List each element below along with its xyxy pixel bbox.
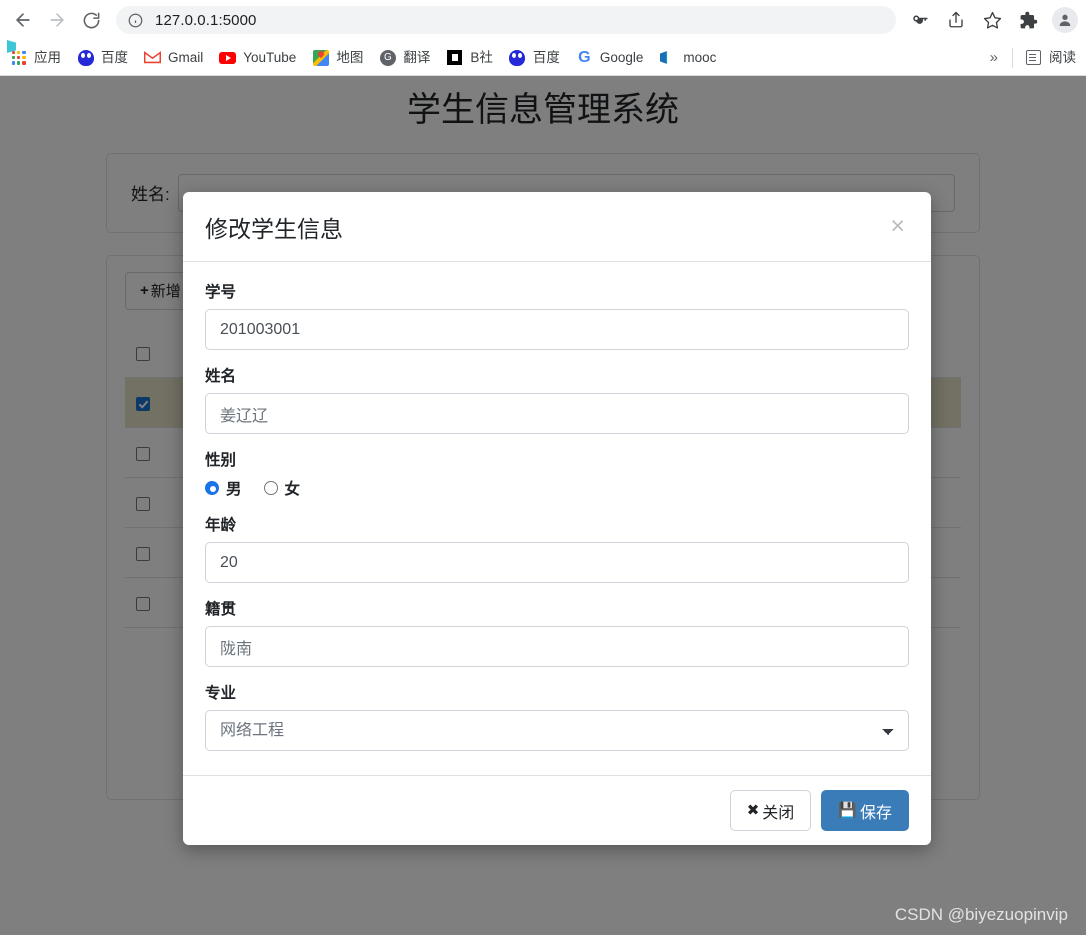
field-group-student-id: 学号 (205, 280, 909, 350)
name-label: 姓名 (205, 368, 237, 385)
save-button-label: 保存 (859, 804, 892, 822)
bookmark-apps[interactable]: 应用 (10, 49, 61, 66)
bookmark-youtube[interactable]: YouTube (219, 49, 296, 66)
url-text: 127.0.0.1:5000 (155, 11, 257, 29)
toolbar-icon-group (902, 5, 1078, 35)
bookmark-label: YouTube (243, 49, 297, 65)
reading-list-icon (1025, 49, 1042, 66)
bookmark-translate[interactable]: G 翻译 (379, 49, 430, 66)
bookmark-gmail[interactable]: Gmail (144, 49, 203, 66)
site-info-icon[interactable] (128, 13, 143, 28)
hometown-input[interactable] (205, 626, 909, 667)
bookmark-bilibili[interactable]: B社 (446, 49, 493, 66)
bookmark-label: 翻译 (403, 49, 431, 65)
x-icon: ✖ (746, 802, 760, 819)
bookmark-baidu-2[interactable]: 百度 (509, 49, 560, 66)
gender-option-male[interactable]: 男 (205, 477, 242, 499)
google-icon: G (578, 48, 591, 66)
edit-student-modal: 修改学生信息 × 学号 姓名 性别 男 (183, 192, 931, 845)
close-icon[interactable]: × (886, 214, 909, 239)
modal-header: 修改学生信息 × (183, 192, 931, 262)
baidu-icon (77, 49, 94, 66)
radio-male-label: 男 (226, 481, 242, 498)
bilibili-icon (446, 49, 463, 66)
share-icon[interactable] (941, 5, 971, 35)
gender-label: 性别 (205, 452, 237, 469)
extensions-icon[interactable] (1013, 5, 1043, 35)
bookmark-baidu-1[interactable]: 百度 (77, 49, 128, 66)
key-icon[interactable] (905, 5, 935, 35)
bookmark-google[interactable]: G Google (576, 48, 644, 66)
field-group-name: 姓名 (205, 364, 909, 434)
save-button[interactable]: 💾 保存 (821, 790, 909, 831)
watermark: CSDN @biyezuopinvip (894, 905, 1068, 924)
bookmarks-overflow-icon[interactable]: » (990, 49, 998, 66)
browser-chrome: 127.0.0.1:5000 应用 百度 Gmail YouTube 地图 G … (0, 0, 1086, 76)
bookmark-mooc[interactable]: mooc (7, 40, 717, 66)
radio-female-icon[interactable] (263, 481, 278, 495)
radio-female-label: 女 (284, 481, 301, 498)
student-id-label: 学号 (205, 284, 237, 301)
age-label: 年龄 (205, 517, 237, 534)
radio-male-icon[interactable] (205, 481, 219, 495)
field-group-age: 年龄 (205, 513, 909, 583)
reload-icon[interactable] (76, 5, 106, 35)
back-icon[interactable] (8, 5, 38, 35)
mooc-icon (7, 40, 676, 66)
bookmark-label: 地图 (336, 49, 364, 65)
bookmark-label: 百度 (532, 49, 560, 65)
field-group-major: 专业 网络工程 (205, 681, 909, 751)
major-label: 专业 (205, 685, 237, 702)
field-group-gender: 性别 男 女 (205, 448, 909, 499)
name-input[interactable] (205, 393, 909, 434)
close-button[interactable]: ✖ 关闭 (729, 790, 812, 831)
field-group-hometown: 籍贯 (205, 597, 909, 667)
gmail-icon (144, 49, 161, 66)
apps-grid-icon (10, 49, 27, 66)
age-input[interactable] (205, 542, 909, 583)
bookmark-label: 应用 (34, 49, 61, 65)
translate-icon: G (379, 49, 396, 66)
reading-list-button[interactable]: 阅读 (1025, 49, 1076, 66)
floppy-disk-icon: 💾 (838, 802, 857, 819)
toolbar-divider (1012, 47, 1013, 68)
star-icon[interactable] (977, 5, 1007, 35)
student-id-input[interactable] (205, 309, 909, 350)
bookmark-label: Gmail (168, 49, 204, 65)
bookmark-label: 百度 (101, 49, 128, 65)
bookmarks-bar: 应用 百度 Gmail YouTube 地图 G 翻译 B社 百度 G Goog… (0, 40, 1086, 76)
youtube-icon (219, 49, 237, 66)
gender-option-female[interactable]: 女 (263, 477, 301, 499)
close-button-label: 关闭 (762, 804, 795, 822)
page-viewport: 学生信息管理系统 姓名: +新增 修改学生信息 (0, 76, 1086, 935)
modal-title: 修改学生信息 (205, 215, 343, 242)
modal-footer: ✖ 关闭 💾 保存 (183, 775, 931, 845)
major-select[interactable]: 网络工程 (205, 710, 909, 751)
google-maps-icon (312, 49, 329, 66)
modal-body: 学号 姓名 性别 男 女 (183, 262, 931, 775)
bookmark-label: mooc (683, 49, 717, 65)
hometown-label: 籍贯 (205, 601, 237, 618)
baidu-icon (509, 49, 526, 66)
address-bar[interactable]: 127.0.0.1:5000 (116, 6, 896, 34)
bookmark-label: Google (599, 49, 644, 65)
forward-icon[interactable] (42, 5, 72, 35)
browser-toolbar: 127.0.0.1:5000 (0, 0, 1086, 40)
profile-avatar[interactable] (1052, 7, 1078, 33)
bookmark-label: B社 (470, 49, 493, 65)
bookmark-maps[interactable]: 地图 (312, 49, 363, 66)
gender-radio-group: 男 女 (205, 477, 909, 499)
reading-list-label: 阅读 (1049, 49, 1076, 65)
